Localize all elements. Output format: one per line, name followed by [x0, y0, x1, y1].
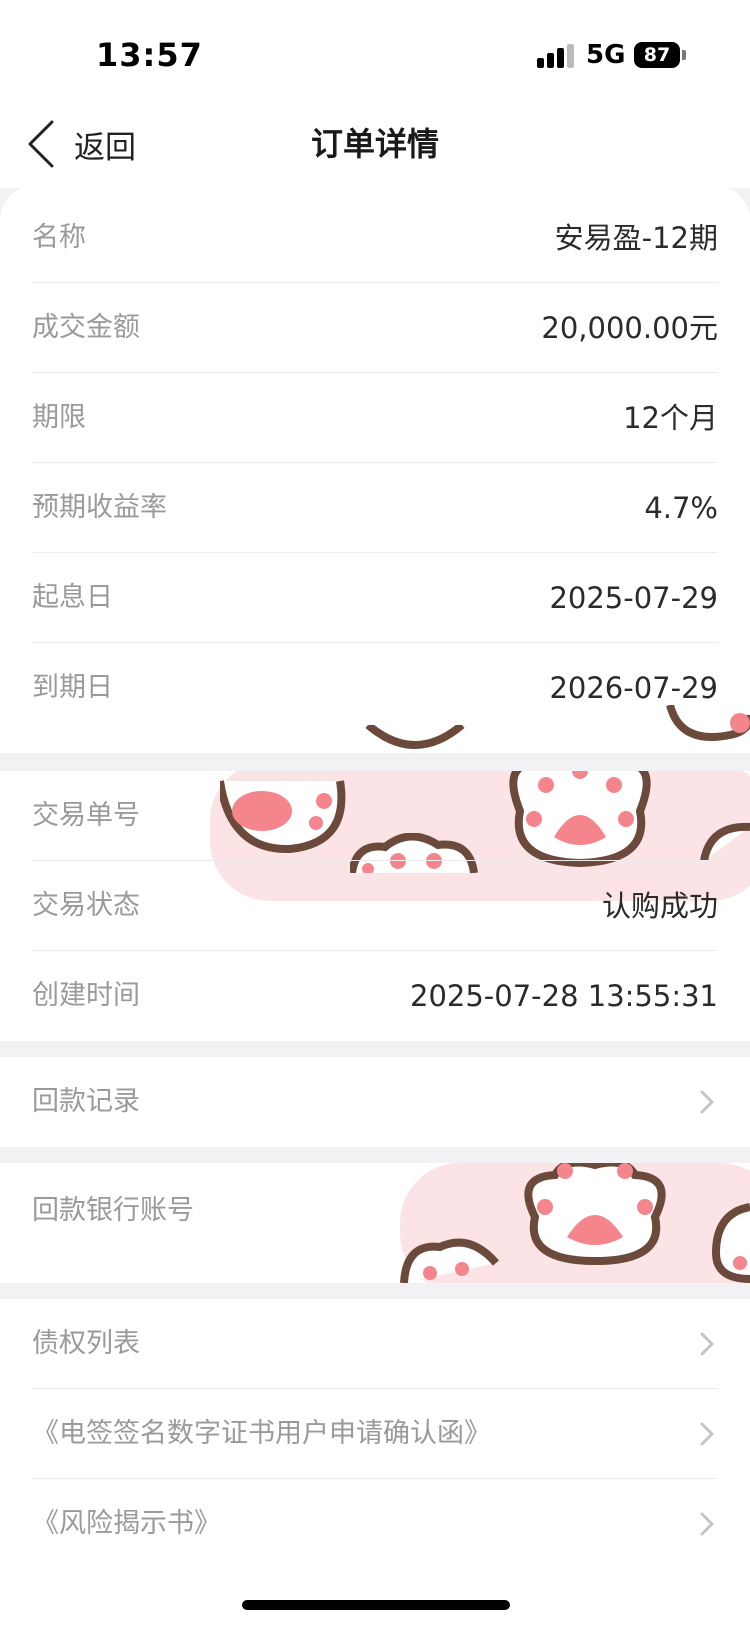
chevron-right-icon [700, 1512, 714, 1536]
info-row-expected-yield: 预期收益率 4.7% [32, 463, 718, 553]
status-time: 13:57 [96, 36, 203, 74]
home-indicator [242, 1600, 510, 1610]
chevron-right-icon [700, 1090, 714, 1114]
info-row-maturity-date: 到期日 2026-07-29 [32, 643, 718, 733]
row-label: 期限 [32, 402, 86, 433]
navigation-bar: 返回 订单详情 [0, 100, 750, 188]
chevron-right-icon [700, 1332, 714, 1356]
row-value: 2025-07-29 [549, 581, 718, 615]
documents-card: 债权列表 《电签签名数字证书用户申请确认函》 《风险揭示书》 [0, 1299, 750, 1626]
document-row-risk-disclosure[interactable]: 《风险揭示书》 [32, 1479, 718, 1569]
row-value: 2025-07-28 13:55:31 [410, 979, 718, 1013]
row-value: 认购成功 [601, 889, 718, 923]
row-label: 《电签签名数字证书用户申请确认函》 [32, 1418, 491, 1449]
status-bar: 13:57 5G 87 [0, 0, 750, 100]
row-value: 4.7% [644, 491, 718, 525]
row-label: 交易单号 [32, 800, 140, 831]
row-label: 创建时间 [32, 980, 140, 1011]
row-label: 名称 [32, 222, 86, 253]
back-button[interactable]: 返回 [24, 100, 136, 188]
signal-icon [537, 44, 575, 68]
row-value: 2026-07-29 [549, 671, 718, 705]
chevron-right-icon [700, 1422, 714, 1446]
order-info-card: 名称 安易盈-12期 成交金额 20,000.00元 期限 12个月 预期收益率… [0, 185, 750, 753]
row-label: 债权列表 [32, 1328, 140, 1359]
row-label: 回款记录 [32, 1086, 140, 1117]
row-label: 起息日 [32, 582, 113, 613]
network-label: 5G [586, 40, 626, 70]
chevron-left-icon [28, 120, 54, 168]
row-label: 预期收益率 [32, 492, 167, 523]
order-detail-page: 13:57 5G 87 返回 订单详情 名称 安易盈-12期 成交金额 20,0… [0, 0, 750, 1626]
document-row-certificate-confirmation[interactable]: 《电签签名数字证书用户申请确认函》 [32, 1389, 718, 1479]
repayment-record-card[interactable]: 回款记录 [0, 1057, 750, 1147]
document-row-claims-list[interactable]: 债权列表 [32, 1299, 718, 1389]
row-label: 交易状态 [32, 890, 140, 921]
info-row-name: 名称 安易盈-12期 [32, 193, 718, 283]
repayment-bank-card: 回款银行账号 [0, 1163, 750, 1283]
battery-level: 87 [643, 44, 671, 66]
info-row-start-date: 起息日 2025-07-29 [32, 553, 718, 643]
battery-cap [682, 50, 686, 60]
transaction-row-status: 交易状态 认购成功 [32, 861, 718, 951]
info-row-term: 期限 12个月 [32, 373, 718, 463]
row-label: 成交金额 [32, 312, 140, 343]
transaction-info-card: 交易单号 交易状态 认购成功 创建时间 2025-07-28 13:55:31 [0, 771, 750, 1041]
row-value: 20,000.00元 [541, 311, 718, 345]
row-value: 12个月 [623, 401, 718, 435]
transaction-row-created-time: 创建时间 2025-07-28 13:55:31 [32, 951, 718, 1041]
row-label: 到期日 [32, 672, 113, 703]
row-value: 安易盈-12期 [554, 221, 718, 255]
transaction-row-number: 交易单号 [32, 771, 718, 861]
row-label: 回款银行账号 [32, 1195, 194, 1226]
repayment-bank-row: 回款银行账号 [32, 1163, 718, 1259]
repayment-record-row[interactable]: 回款记录 [32, 1057, 718, 1147]
row-label: 《风险揭示书》 [32, 1508, 221, 1539]
back-label: 返回 [74, 129, 136, 166]
info-row-amount: 成交金额 20,000.00元 [32, 283, 718, 373]
battery-icon: 87 [634, 42, 680, 68]
